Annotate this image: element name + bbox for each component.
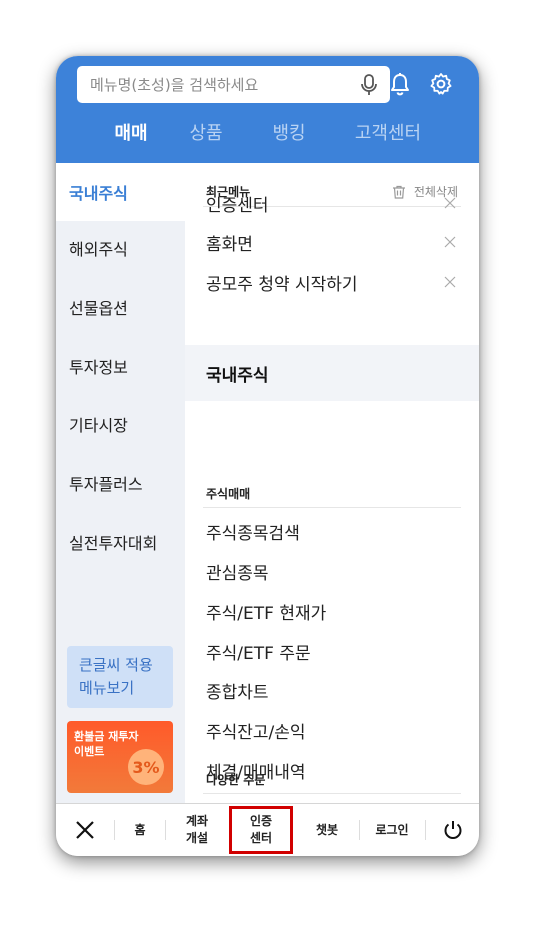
power-icon (444, 821, 461, 839)
recent-item[interactable]: 인증센터 (206, 188, 456, 218)
sidebar-item-other-markets[interactable]: 기타시장 (56, 395, 185, 453)
various-orders-title: 다양한 주문 (206, 773, 266, 787)
big-font-label-line1: 큰글씨 적용 (79, 656, 153, 674)
account-open-line1: 계좌 (185, 814, 209, 828)
login-label: 로그인 (375, 822, 409, 837)
tab-products[interactable]: 상품 (166, 116, 246, 156)
header: 매매 상품 뱅킹 고객센터 (56, 56, 479, 163)
mic-icon[interactable] (356, 72, 382, 98)
close-menu-button[interactable] (56, 804, 114, 856)
close-icon[interactable] (444, 236, 456, 248)
search-box[interactable] (77, 66, 390, 103)
tab-trading[interactable]: 매매 (91, 116, 171, 156)
event-badge: 3% (132, 757, 160, 777)
menu-item-current-price[interactable]: 주식/ETF 현재가 (206, 599, 326, 629)
close-icon[interactable] (444, 197, 456, 209)
recent-item[interactable]: 홈화면 (206, 227, 456, 257)
sidebar-item-futures-options[interactable]: 선물옵션 (56, 278, 185, 336)
account-open-line2: 개설 (185, 831, 209, 845)
event-title-line1: 환불금 재투자 (74, 730, 139, 743)
login-button[interactable]: 로그인 (360, 804, 424, 856)
menu-content: 최근메뉴 전체삭제 인증센터 홈화면 공모주 청약 시작하기 국내주식 주식매매… (185, 163, 479, 803)
category-title: 국내주식 (206, 366, 269, 386)
tab-banking[interactable]: 뱅킹 (249, 116, 329, 156)
highlight-box (229, 806, 293, 854)
app-frame: 매매 상품 뱅킹 고객센터 국내주식 해외주식 선물옵션 투자정보 기타시장 투… (56, 56, 479, 856)
recent-item[interactable]: 공모주 청약 시작하기 (206, 267, 456, 297)
menu-item-stock-search[interactable]: 주식종목검색 (206, 519, 300, 549)
big-font-menu-button[interactable]: 큰글씨 적용 메뉴보기 (67, 646, 173, 708)
sidebar: 국내주식 해외주식 선물옵션 투자정보 기타시장 투자플러스 실전투자대회 큰글… (56, 163, 185, 803)
chatbot-button[interactable]: 챗봇 (296, 804, 358, 856)
home-label: 홈 (134, 822, 146, 837)
close-icon[interactable] (444, 276, 456, 288)
chatbot-label: 챗봇 (315, 822, 339, 837)
coin-icon: 3% (128, 749, 164, 785)
stock-trading-title: 주식매매 (206, 487, 251, 501)
home-button[interactable]: 홈 (115, 804, 165, 856)
divider (203, 793, 461, 794)
recent-item-label: 인증센터 (206, 195, 269, 216)
power-button[interactable] (426, 804, 479, 856)
sidebar-item-overseas-stock[interactable]: 해외주식 (56, 219, 185, 277)
close-icon (76, 821, 94, 839)
recent-item-label: 홈화면 (206, 234, 253, 255)
menu-item-watchlist[interactable]: 관심종목 (206, 559, 269, 589)
account-open-button[interactable]: 계좌 개설 (166, 804, 228, 856)
bell-icon[interactable] (387, 70, 413, 98)
menu-item-balance[interactable]: 주식잔고/손익 (206, 718, 306, 748)
tab-customer-center[interactable]: 고객센터 (338, 116, 438, 156)
main-tabs: 매매 상품 뱅킹 고객센터 (56, 116, 479, 156)
event-title-line2: 이벤트 (74, 745, 105, 758)
sidebar-item-domestic-stock[interactable]: 국내주식 (56, 163, 185, 221)
search-input[interactable] (77, 66, 356, 103)
bottom-bar: 홈 계좌 개설 인증 센터 챗봇 로그인 (56, 803, 479, 856)
sidebar-item-trading-contest[interactable]: 실전투자대회 (56, 513, 185, 571)
sidebar-item-invest-plus[interactable]: 투자플러스 (56, 454, 185, 512)
gear-icon[interactable] (428, 70, 454, 98)
divider (203, 507, 461, 508)
menu-item-chart[interactable]: 종합차트 (206, 678, 269, 708)
event-banner[interactable]: 환불금 재투자 이벤트 3% (67, 721, 173, 793)
recent-item-label: 공모주 청약 시작하기 (206, 274, 358, 295)
sidebar-item-investment-info[interactable]: 투자정보 (56, 337, 185, 395)
big-font-label-line2: 메뉴보기 (79, 679, 135, 697)
menu-item-order[interactable]: 주식/ETF 주문 (206, 639, 311, 669)
category-header: 국내주식 (185, 345, 479, 401)
